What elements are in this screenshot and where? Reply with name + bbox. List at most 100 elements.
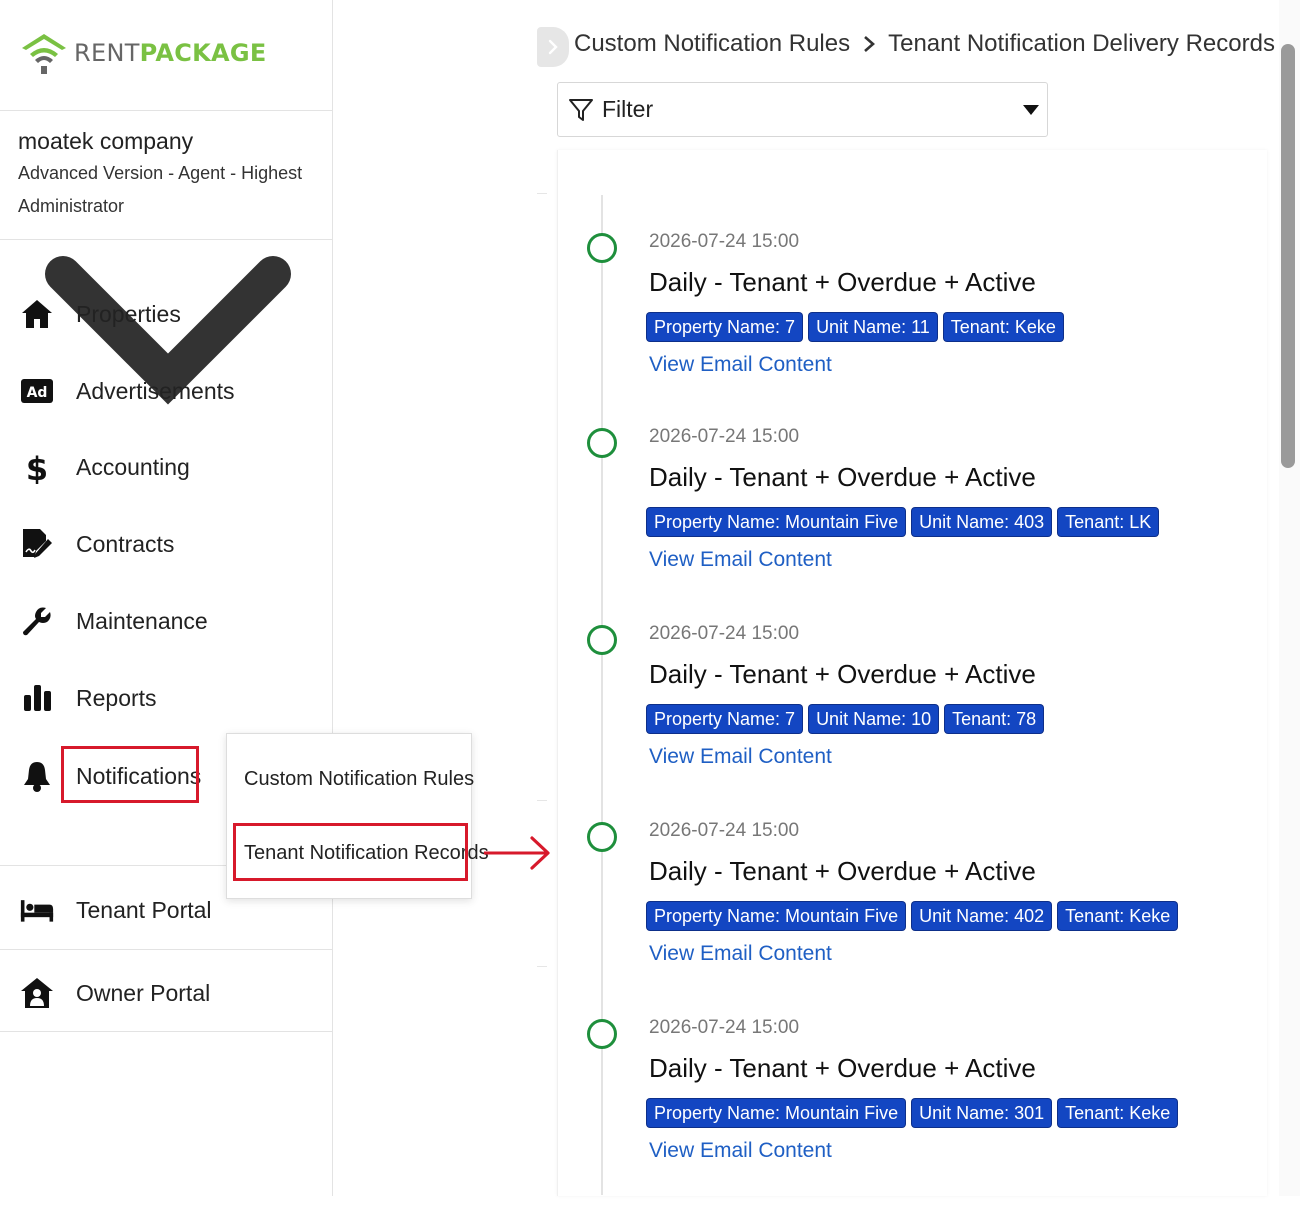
- owner-home-icon: [18, 974, 56, 1012]
- breadcrumb-parent-link[interactable]: Custom Notification Rules: [574, 30, 850, 58]
- divider: [537, 800, 547, 801]
- divider: [0, 949, 332, 950]
- nav-label: Owner Portal: [76, 979, 211, 1006]
- sidebar-toggle-button[interactable]: [537, 27, 569, 67]
- timeline-record: 2026-07-24 15:00 Daily - Tenant + Overdu…: [587, 1017, 1247, 1179]
- tenant-tag: Tenant: Keke: [943, 313, 1063, 341]
- sidebar: RENTPACKAGE moatek company Advanced Vers…: [0, 0, 333, 1196]
- timeline-record: 2026-07-24 15:00 Daily - Tenant + Overdu…: [587, 623, 1247, 785]
- nav-maintenance[interactable]: Maintenance: [18, 601, 208, 641]
- nav-label: Contracts: [76, 530, 175, 557]
- divider: [0, 1031, 332, 1032]
- filter-label: Filter: [602, 96, 654, 122]
- tenant-tag: Tenant: 78: [945, 705, 1044, 733]
- rentpackage-logo[interactable]: RENTPACKAGE: [18, 28, 267, 78]
- bell-icon: [18, 757, 56, 795]
- nav-contracts[interactable]: Contracts: [18, 524, 174, 564]
- nav-advertisements[interactable]: Ad Advertisements: [18, 371, 235, 411]
- chevron-right-icon: [548, 39, 558, 55]
- breadcrumb: Custom Notification Rules Tenant Notific…: [574, 30, 1275, 58]
- nav-accounting[interactable]: $ Accounting: [18, 447, 190, 487]
- timeline-record: 2026-07-24 15:00 Daily - Tenant + Overdu…: [587, 820, 1247, 982]
- record-tags: Property Name: Mountain Five Unit Name: …: [647, 1099, 1178, 1127]
- record-time: 2026-07-24 15:00: [649, 231, 800, 252]
- property-tag: Property Name: 7: [647, 705, 803, 733]
- ad-icon: Ad: [18, 372, 56, 410]
- bed-icon: [18, 891, 56, 929]
- submenu-custom-notification-rules[interactable]: Custom Notification Rules: [244, 768, 474, 791]
- ad-badge-text: Ad: [27, 385, 48, 401]
- scrollbar-thumb[interactable]: [1281, 44, 1295, 468]
- logo-package-text: PACKAGE: [139, 39, 267, 67]
- account-switcher[interactable]: moatek company Advanced Version - Agent …: [18, 128, 318, 405]
- filter-funnel-icon: [569, 98, 593, 121]
- timeline-dot: [587, 822, 617, 852]
- record-title: Daily - Tenant + Overdue + Active: [649, 1053, 1036, 1083]
- divider: [0, 239, 332, 240]
- record-title: Daily - Tenant + Overdue + Active: [649, 462, 1036, 492]
- tenant-records-highlight-box: [233, 823, 468, 881]
- record-tags: Property Name: Mountain Five Unit Name: …: [647, 508, 1159, 536]
- wrench-icon: [18, 602, 56, 640]
- unit-tag: Unit Name: 11: [809, 313, 937, 341]
- view-email-content-link[interactable]: View Email Content: [649, 353, 832, 377]
- breadcrumb-current: Tenant Notification Delivery Records: [888, 30, 1275, 57]
- svg-text:$: $: [26, 450, 48, 484]
- timeline-dot: [587, 428, 617, 458]
- nav-tenant-portal[interactable]: Tenant Portal: [18, 890, 212, 930]
- view-email-content-link[interactable]: View Email Content: [649, 942, 832, 966]
- nav-reports[interactable]: Reports: [18, 678, 157, 718]
- divider: [0, 110, 332, 111]
- wifi-house-logo-icon: [22, 34, 66, 74]
- timeline-record: 2026-07-24 15:00 Daily - Tenant + Overdu…: [587, 231, 1247, 393]
- nav-label: Advertisements: [76, 377, 235, 404]
- logo-rent-text: RENT: [74, 39, 140, 67]
- notifications-highlight-box: [61, 746, 199, 803]
- nav-properties[interactable]: Properties: [18, 294, 181, 334]
- record-tags: Property Name: 7 Unit Name: 11 Tenant: K…: [647, 313, 1063, 341]
- unit-tag: Unit Name: 403: [912, 508, 1052, 536]
- chevron-right-icon: [864, 36, 876, 52]
- divider: [537, 193, 547, 194]
- filter-dropdown[interactable]: Filter: [557, 82, 1048, 137]
- nav-label: Maintenance: [76, 607, 208, 634]
- property-tag: Property Name: Mountain Five: [647, 508, 906, 536]
- bar-chart-icon: [18, 679, 56, 717]
- record-title: Daily - Tenant + Overdue + Active: [649, 659, 1036, 689]
- record-time: 2026-07-24 15:00: [649, 1017, 800, 1038]
- view-email-content-link[interactable]: View Email Content: [649, 745, 832, 769]
- property-tag: Property Name: Mountain Five: [647, 1099, 906, 1127]
- red-arrow-icon: [484, 836, 550, 870]
- tenant-tag: Tenant: LK: [1058, 508, 1159, 536]
- unit-tag: Unit Name: 301: [912, 1099, 1052, 1127]
- divider: [537, 966, 547, 967]
- nav-label: Accounting: [76, 453, 190, 480]
- timeline-dot: [587, 233, 617, 263]
- record-time: 2026-07-24 15:00: [649, 426, 800, 447]
- timeline-dot: [587, 1019, 617, 1049]
- tenant-tag: Tenant: Keke: [1058, 1099, 1178, 1127]
- nav-owner-portal[interactable]: Owner Portal: [18, 973, 210, 1013]
- dollar-icon: $: [18, 448, 56, 486]
- view-email-content-link[interactable]: View Email Content: [649, 548, 832, 572]
- property-tag: Property Name: Mountain Five: [647, 902, 906, 930]
- record-tags: Property Name: Mountain Five Unit Name: …: [647, 902, 1178, 930]
- timeline-dot: [587, 625, 617, 655]
- company-name: moatek company: [18, 128, 194, 154]
- plan-label: Advanced Version - Agent - Highest: [18, 163, 303, 183]
- contract-sign-icon: [18, 525, 56, 563]
- record-title: Daily - Tenant + Overdue + Active: [649, 856, 1036, 886]
- home-icon: [18, 295, 56, 333]
- record-title: Daily - Tenant + Overdue + Active: [649, 267, 1036, 297]
- timeline-record: 2026-07-24 15:00 Daily - Tenant + Overdu…: [587, 426, 1247, 588]
- record-time: 2026-07-24 15:00: [649, 820, 800, 841]
- view-email-content-link[interactable]: View Email Content: [649, 1139, 832, 1163]
- property-tag: Property Name: 7: [647, 313, 803, 341]
- caret-down-icon: [1023, 105, 1039, 115]
- nav-label: Tenant Portal: [76, 896, 212, 923]
- nav-label: Properties: [76, 300, 181, 327]
- chevron-down-icon[interactable]: [18, 184, 318, 484]
- unit-tag: Unit Name: 10: [809, 705, 939, 733]
- record-tags: Property Name: 7 Unit Name: 10 Tenant: 7…: [647, 705, 1044, 733]
- unit-tag: Unit Name: 402: [912, 902, 1052, 930]
